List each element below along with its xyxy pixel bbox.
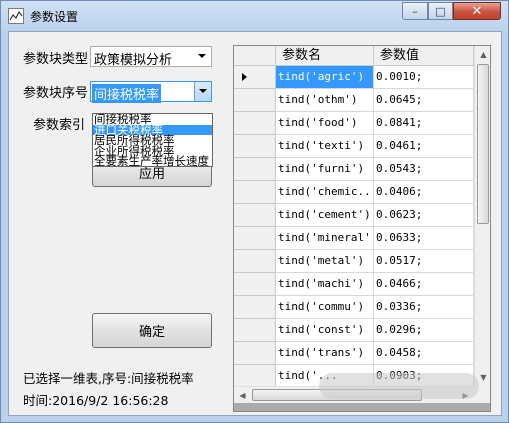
selection-status: 已选择一维表,序号:间接税税率 — [23, 371, 194, 386]
param-value-cell[interactable]: 0.0645; — [374, 89, 474, 112]
param-name-cell[interactable]: tind('food') — [276, 112, 374, 135]
parameter-grid: 参数名 参数值 tind('agric') 0.0010; tind('othm')… — [233, 45, 491, 412]
row-header[interactable] — [234, 204, 276, 227]
row-header[interactable] — [234, 365, 276, 388]
row-header[interactable] — [234, 66, 276, 89]
param-name-cell[interactable]: tind('machi') — [276, 273, 374, 296]
chart-line-icon — [8, 8, 24, 24]
param-value-cell[interactable]: 0.0296; — [374, 319, 474, 342]
table-row[interactable]: tind('chemic... 0.0406; — [234, 181, 474, 204]
table-row[interactable]: tind('mineral') 0.0633; — [234, 227, 474, 250]
block-index-dropdown-list: 间接税税率 进口关税税率 居民所得税税率 企业所得税税率 全要素生产率增长速度 — [92, 113, 213, 167]
row-header[interactable] — [234, 296, 276, 319]
table-row[interactable]: tind('machi') 0.0466; — [234, 273, 474, 296]
scroll-up-icon[interactable]: ▲ — [475, 46, 490, 63]
param-value-cell[interactable]: 0.0461; — [374, 135, 474, 158]
grid-body: 参数名 参数值 tind('agric') 0.0010; tind('othm')… — [234, 46, 474, 388]
row-header[interactable] — [234, 89, 276, 112]
block-type-select[interactable]: 政策模拟分析 — [90, 46, 212, 68]
row-header[interactable] — [234, 342, 276, 365]
param-name-cell[interactable]: tind('texti') — [276, 135, 374, 158]
dropdown-option[interactable]: 全要素生产率增长速度 — [93, 156, 212, 166]
param-value-cell[interactable]: 0.0517; — [374, 250, 474, 273]
table-row[interactable]: tind('furni') 0.0543; — [234, 158, 474, 181]
param-value-cell[interactable]: 0.0633; — [374, 227, 474, 250]
row-header[interactable] — [234, 158, 276, 181]
param-name-cell[interactable]: tind('mineral') — [276, 227, 374, 250]
table-row[interactable]: tind('agric') 0.0010; — [234, 66, 474, 89]
param-name-cell[interactable]: tind('chemic... — [276, 181, 374, 204]
param-value-cell[interactable]: 0.0336; — [374, 296, 474, 319]
param-index-label: 参数索引 — [33, 118, 86, 133]
param-value-cell[interactable]: 0.0458; — [374, 342, 474, 365]
chevron-down-icon — [199, 89, 207, 93]
row-header[interactable] — [234, 273, 276, 296]
param-name-cell[interactable]: tind('cement') — [276, 204, 374, 227]
table-row[interactable]: tind('food') 0.0841; — [234, 112, 474, 135]
block-index-value: 间接税税率 — [92, 84, 162, 103]
row-header-corner — [234, 46, 276, 66]
param-name-cell[interactable]: tind('othm') — [276, 89, 374, 112]
param-value-cell[interactable]: 0.0466; — [374, 273, 474, 296]
dropdown-toggle[interactable] — [194, 82, 211, 101]
scroll-left-icon[interactable]: ◀ — [234, 387, 251, 404]
block-index-select[interactable]: 间接税税率 — [90, 81, 212, 103]
vertical-scroll-thumb[interactable] — [477, 64, 489, 224]
block-index-label: 参数块序号 — [23, 86, 89, 101]
param-name-cell[interactable]: tind('const') — [276, 319, 374, 342]
table-row[interactable]: tind('const') 0.0296; — [234, 319, 474, 342]
confirm-button[interactable]: 确定 — [92, 313, 212, 348]
param-value-cell[interactable]: 0.0543; — [374, 158, 474, 181]
param-value-cell[interactable]: 0.0623; — [374, 204, 474, 227]
parameter-settings-window: 参数设置 – □ ✕ 参数块类型 政策模拟分析 参数块序号 间接税税率 间接税税… — [0, 0, 509, 423]
table-row[interactable]: tind('metal') 0.0517; — [234, 250, 474, 273]
row-header[interactable] — [234, 135, 276, 158]
row-header[interactable] — [234, 319, 276, 342]
minimize-button[interactable]: – — [402, 2, 428, 20]
column-header-name[interactable]: 参数名 — [276, 46, 374, 66]
close-button[interactable]: ✕ — [453, 2, 501, 20]
param-name-cell[interactable]: tind('trans') — [276, 342, 374, 365]
param-name-cell[interactable]: tind('metal') — [276, 250, 374, 273]
table-row[interactable]: tind('othm') 0.0645; — [234, 89, 474, 112]
title-bar[interactable]: 参数设置 – □ ✕ — [1, 1, 508, 31]
client-area: 参数块类型 政策模拟分析 参数块序号 间接税税率 间接税税率 进口关税税率 居民… — [8, 31, 502, 416]
column-header-value[interactable]: 参数值 — [374, 46, 474, 66]
block-type-value: 政策模拟分析 — [94, 53, 173, 68]
row-header[interactable] — [234, 181, 276, 204]
param-value-cell[interactable]: 0.0010; — [374, 66, 474, 89]
row-header[interactable] — [234, 112, 276, 135]
time-status: 时间:2016/9/2 16:56:28 — [23, 393, 169, 408]
row-header[interactable] — [234, 227, 276, 250]
row-header[interactable] — [234, 250, 276, 273]
watermark — [319, 373, 479, 399]
table-row[interactable]: tind('commu') 0.0336; — [234, 296, 474, 319]
table-row[interactable]: tind('cement') 0.0623; — [234, 204, 474, 227]
table-row[interactable]: tind('texti') 0.0461; — [234, 135, 474, 158]
param-value-cell[interactable]: 0.0406; — [374, 181, 474, 204]
param-name-cell[interactable]: tind('furni') — [276, 158, 374, 181]
chevron-down-icon — [198, 54, 206, 58]
table-row[interactable]: tind('trans') 0.0458; — [234, 342, 474, 365]
param-value-cell[interactable]: 0.0841; — [374, 112, 474, 135]
block-type-label: 参数块类型 — [23, 52, 89, 67]
vertical-scrollbar[interactable]: ▲ ▼ — [474, 46, 490, 386]
param-name-cell[interactable]: tind('agric') — [276, 66, 374, 89]
maximize-button[interactable]: □ — [428, 2, 453, 20]
window-title: 参数设置 — [30, 10, 79, 24]
param-name-cell[interactable]: tind('commu') — [276, 296, 374, 319]
